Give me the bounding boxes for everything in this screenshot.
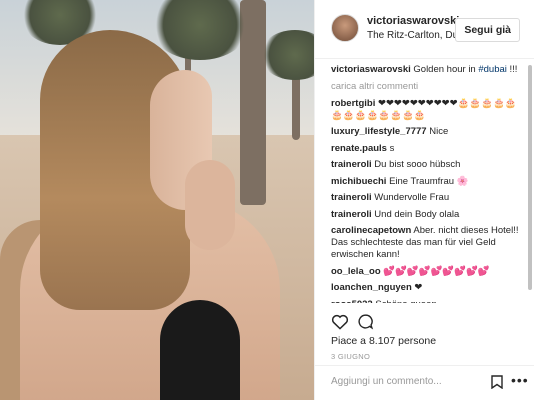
comment-container: robertgibi ❤❤❤❤❤❤❤❤❤❤🎂🎂🎂🎂🎂🎂🎂🎂🎂🎂🎂🎂🎂 luxury… [331,98,521,304]
comment-text: Du bist sooo hübsch [374,159,461,170]
comment-username[interactable]: traineroli [331,209,372,220]
add-comment-bar: Aggiungi un commento... ••• [315,365,534,401]
comment-text: ❤ [414,282,423,293]
comment-row: renate.pauls s [331,143,521,155]
post-actions [331,313,521,335]
comment-username[interactable]: robertgibi [331,98,375,109]
comment-username[interactable]: loanchen_nguyen [331,282,412,293]
post-location[interactable]: The Ritz-Carlton, Dub... [367,30,467,41]
scrollbar-thumb[interactable] [528,65,532,290]
person-hand [185,160,235,250]
comment-text: s [389,142,395,154]
hashtag-link[interactable]: #dubai [478,64,507,75]
comment-icon[interactable] [357,313,374,330]
load-more-comments[interactable]: carica altri commenti [331,81,521,92]
caption: victoriaswarovski Golden hour in #dubai … [331,64,521,76]
post-header: victoriaswarovski The Ritz-Carlton, Dub.… [315,0,534,59]
comment-username[interactable]: traineroli [331,192,372,203]
post-sidebar: victoriaswarovski The Ritz-Carlton, Dub.… [314,0,534,400]
comment-username[interactable]: michibuechi [331,176,386,187]
caption-end: !!! [506,64,518,75]
comments-scrollbar[interactable] [528,65,532,300]
comment-row: michibuechi Eine Traumfrau 🌸 [331,176,521,188]
comment-username[interactable]: renate.pauls [331,143,387,154]
comment-text: Nice [429,126,449,137]
post-username[interactable]: victoriaswarovski [367,15,459,27]
caption-text: Golden hour in [413,64,479,75]
comment-text: Schöne queen [375,299,436,304]
caption-user[interactable]: victoriaswarovski [331,64,411,75]
comment-text: Wundervolle Frau [374,192,450,203]
comment-row: traineroli Wundervolle Frau [331,192,521,204]
comment-row: luxury_lifestyle_7777 Nice [331,126,521,138]
comment-row: carolinecapetown Aber. nicht dieses Hote… [331,225,521,261]
comment-row: robertgibi ❤❤❤❤❤❤❤❤❤❤🎂🎂🎂🎂🎂🎂🎂🎂🎂🎂🎂🎂🎂 [331,98,521,122]
comment-row: loanchen_nguyen ❤ [331,282,521,294]
comment-username[interactable]: roos5022 [331,299,373,304]
comment-row: traineroli Du bist sooo hübsch [331,159,521,171]
bikini [160,300,240,400]
comment-username[interactable]: luxury_lifestyle_7777 [331,126,427,137]
bookmark-icon[interactable] [491,375,503,389]
like-heart-icon[interactable] [331,313,349,330]
follow-button[interactable]: Segui già [455,18,520,42]
more-options-icon[interactable]: ••• [511,372,529,388]
likes-count[interactable]: Piace a 8.107 persone [331,335,436,347]
comment-row: traineroli Und dein Body olala [331,209,521,221]
comment-row: oo_lela_oo 💕💕💕💕💕💕💕💕💕 [331,266,521,278]
comment-username[interactable]: traineroli [331,159,372,170]
comments-list: victoriaswarovski Golden hour in #dubai … [315,58,521,303]
comment-username[interactable]: carolinecapetown [331,225,411,236]
comment-text: 💕💕💕💕💕💕💕💕💕 [383,265,490,277]
post-photo[interactable] [0,0,314,400]
add-comment-input[interactable]: Aggiungi un commento... [331,376,442,387]
comment-text: Eine Traumfrau 🌸 [389,175,469,187]
avatar[interactable] [331,14,359,42]
comment-row: roos5022 Schöne queen [331,299,521,304]
comment-text: Und dein Body olala [374,208,460,220]
post-date[interactable]: 3 GIUGNO [331,352,370,361]
comment-username[interactable]: oo_lela_oo [331,266,381,277]
